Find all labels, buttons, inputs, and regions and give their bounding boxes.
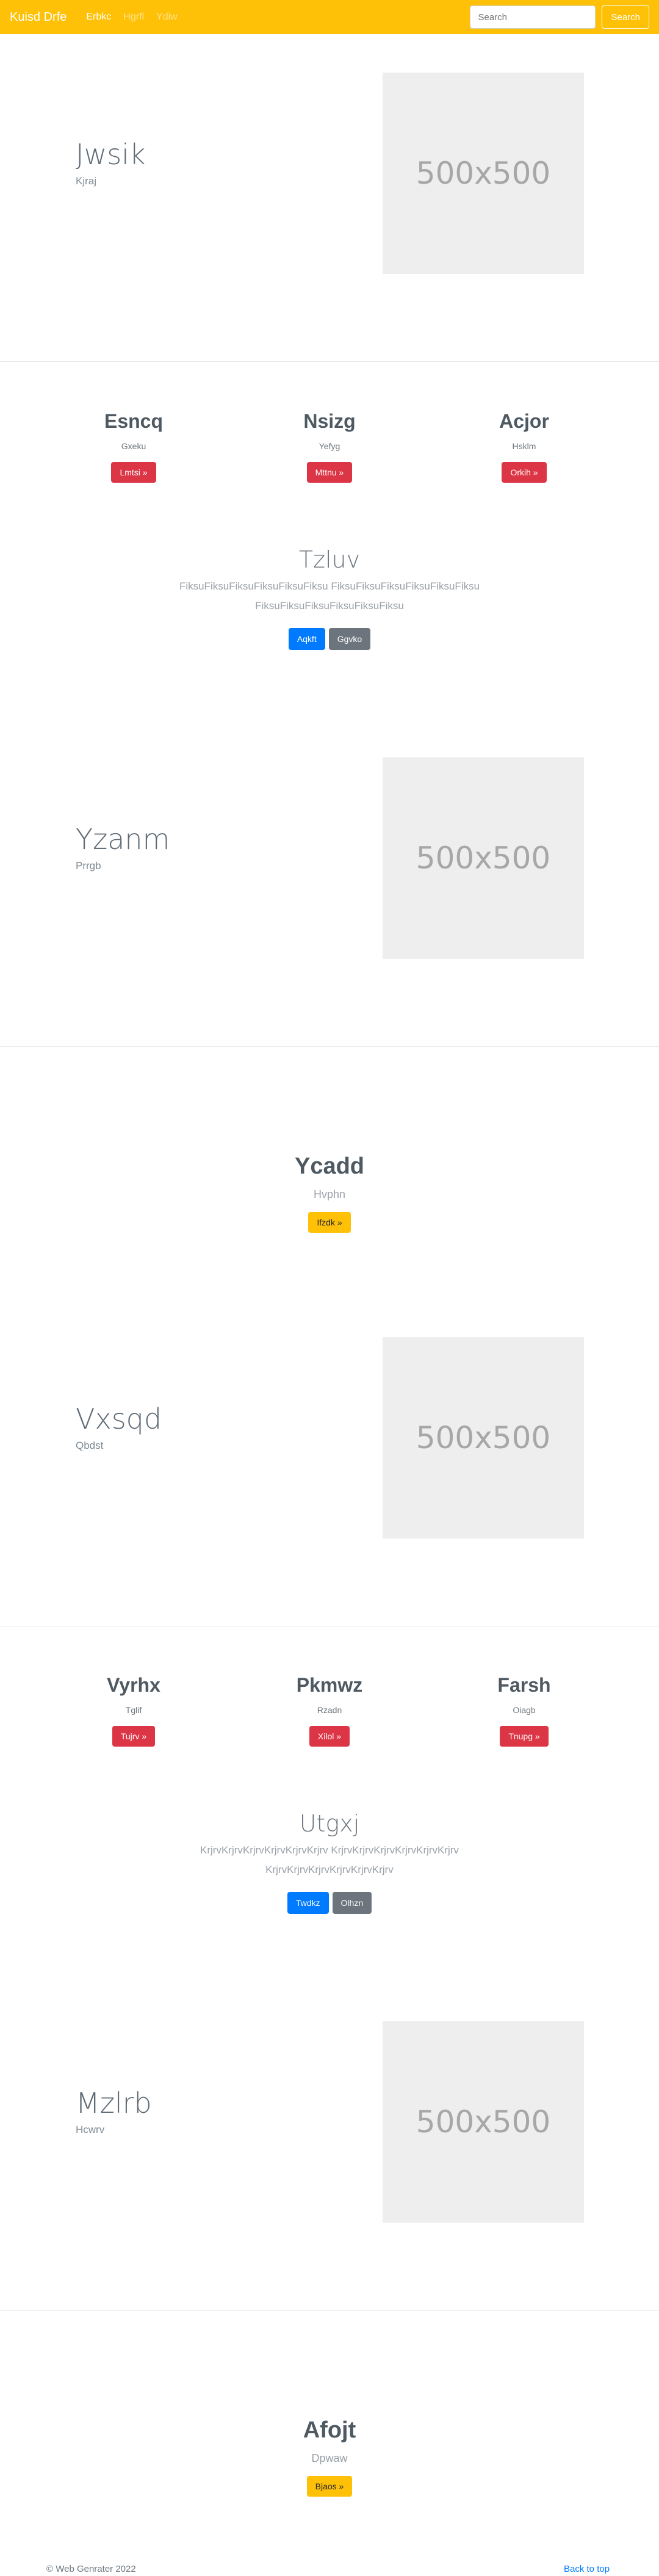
hero-title: Yzanm xyxy=(76,823,170,856)
feature-afojt: Afojt Dpwaw Bjaos » xyxy=(0,2417,659,2497)
feature-subtitle: Hvphn xyxy=(313,1188,346,1200)
hero-subtitle: Kjraj xyxy=(76,175,97,187)
column-button[interactable]: Tujrv » xyxy=(112,1726,156,1747)
column-button[interactable]: Mttnu » xyxy=(306,462,353,483)
hero-image-placeholder: 500x500 xyxy=(383,757,584,959)
section-divider xyxy=(0,2310,659,2311)
hero-subtitle: Prrgb xyxy=(76,859,101,871)
feature-button[interactable]: Ifzdk » xyxy=(308,1212,351,1233)
column-esncq: Esncq Gxeku Lmtsi » xyxy=(42,410,225,483)
secondary-button[interactable]: Ggvko xyxy=(328,628,371,650)
column-title: Nsizg xyxy=(303,410,356,432)
navbar-brand[interactable]: Kuisd Drfe xyxy=(10,10,67,24)
column-title: Pkmwz xyxy=(296,1674,363,1696)
center-button-row: Twdkz Olhzn xyxy=(0,1892,659,1914)
search-button[interactable]: Search xyxy=(602,5,649,29)
center-text: FiksuFiksuFiksuFiksuFiksuFiksu FiksuFiks… xyxy=(179,580,480,612)
column-subtitle: Hsklm xyxy=(512,441,536,451)
nav-link-erbkc[interactable]: Erbkc xyxy=(81,12,116,23)
center-title: Utgxj xyxy=(299,1810,360,1837)
column-nsizg: Nsizg Yefyg Mttnu » xyxy=(238,410,421,483)
back-to-top-link[interactable]: Back to top xyxy=(564,2564,610,2574)
hero-subtitle: Qbdst xyxy=(76,1439,104,1451)
hero-mzlrb: Mzlrb Hcwrv xyxy=(76,2088,152,2136)
hero-image-placeholder: 500x500 xyxy=(383,1337,584,1539)
column-title: Farsh xyxy=(497,1674,551,1696)
column-farsh: Farsh Oiagb Tnupg » xyxy=(433,1674,616,1747)
column-button[interactable]: Xilol » xyxy=(309,1726,350,1747)
hero-image-placeholder: 500x500 xyxy=(383,2021,584,2223)
center-button-row: Aqkft Ggvko xyxy=(0,628,659,650)
section-divider xyxy=(0,1046,659,1047)
secondary-button[interactable]: Olhzn xyxy=(332,1892,372,1914)
column-subtitle: Yefyg xyxy=(319,441,340,451)
hero-title: Vxsqd xyxy=(76,1402,162,1435)
hero-vxsqd: Vxsqd Qbdst xyxy=(76,1404,162,1452)
feature-button[interactable]: Bjaos » xyxy=(306,2476,353,2497)
column-pkmwz: Pkmwz Rzadn Xilol » xyxy=(238,1674,421,1747)
footer-copyright: © Web Genrater 2022 xyxy=(46,2564,136,2574)
center-text: KrjrvKrjrvKrjrvKrjrvKrjrvKrjrv KrjrvKrjr… xyxy=(200,1844,459,1875)
hero-yzanm: Yzanm Prrgb xyxy=(76,824,170,872)
nav-links: Erbkc Hgrfl Ydiw xyxy=(81,12,182,23)
primary-button[interactable]: Aqkft xyxy=(288,628,325,650)
top-navbar: Kuisd Drfe Erbkc Hgrfl Ydiw Search xyxy=(0,0,659,34)
column-button[interactable]: Lmtsi » xyxy=(111,462,156,483)
hero-title: Mzlrb xyxy=(76,2087,152,2120)
search-input[interactable] xyxy=(470,5,596,29)
feature-subtitle: Dpwaw xyxy=(311,2452,348,2464)
feature-ycadd: Ycadd Hvphn Ifzdk » xyxy=(0,1153,659,1233)
center-block-tzluv: Tzluv FiksuFiksuFiksuFiksuFiksuFiksu Fik… xyxy=(0,546,659,650)
column-subtitle: Tglif xyxy=(125,1705,142,1715)
column-acjor: Acjor Hsklm Orkih » xyxy=(433,410,616,483)
column-subtitle: Rzadn xyxy=(317,1705,342,1715)
navbar-search-form: Search xyxy=(470,5,649,29)
column-subtitle: Oiagb xyxy=(513,1705,536,1715)
column-subtitle: Gxeku xyxy=(121,441,146,451)
hero-title: Jwsik xyxy=(76,138,146,171)
column-button[interactable]: Tnupg » xyxy=(500,1726,549,1747)
feature-title: Afojt xyxy=(303,2417,356,2443)
column-button[interactable]: Orkih » xyxy=(502,462,547,483)
primary-button[interactable]: Twdkz xyxy=(287,1892,329,1914)
hero-jwsik: Jwsik Kjraj xyxy=(76,139,146,187)
column-title: Esncq xyxy=(104,410,164,432)
hero-image-placeholder: 500x500 xyxy=(383,73,584,274)
column-title: Acjor xyxy=(499,410,549,432)
column-title: Vyrhx xyxy=(107,1674,160,1696)
column-vyrhx: Vyrhx Tglif Tujrv » xyxy=(42,1674,225,1747)
section-divider xyxy=(0,361,659,362)
nav-link-ydiw[interactable]: Ydiw xyxy=(151,12,182,23)
nav-link-hgrfl[interactable]: Hgrfl xyxy=(118,12,149,23)
hero-subtitle: Hcwrv xyxy=(76,2123,105,2135)
center-title: Tzluv xyxy=(298,546,361,573)
center-block-utgxj: Utgxj KrjrvKrjrvKrjrvKrjrvKrjrvKrjrv Krj… xyxy=(0,1810,659,1914)
feature-title: Ycadd xyxy=(294,1153,365,1179)
